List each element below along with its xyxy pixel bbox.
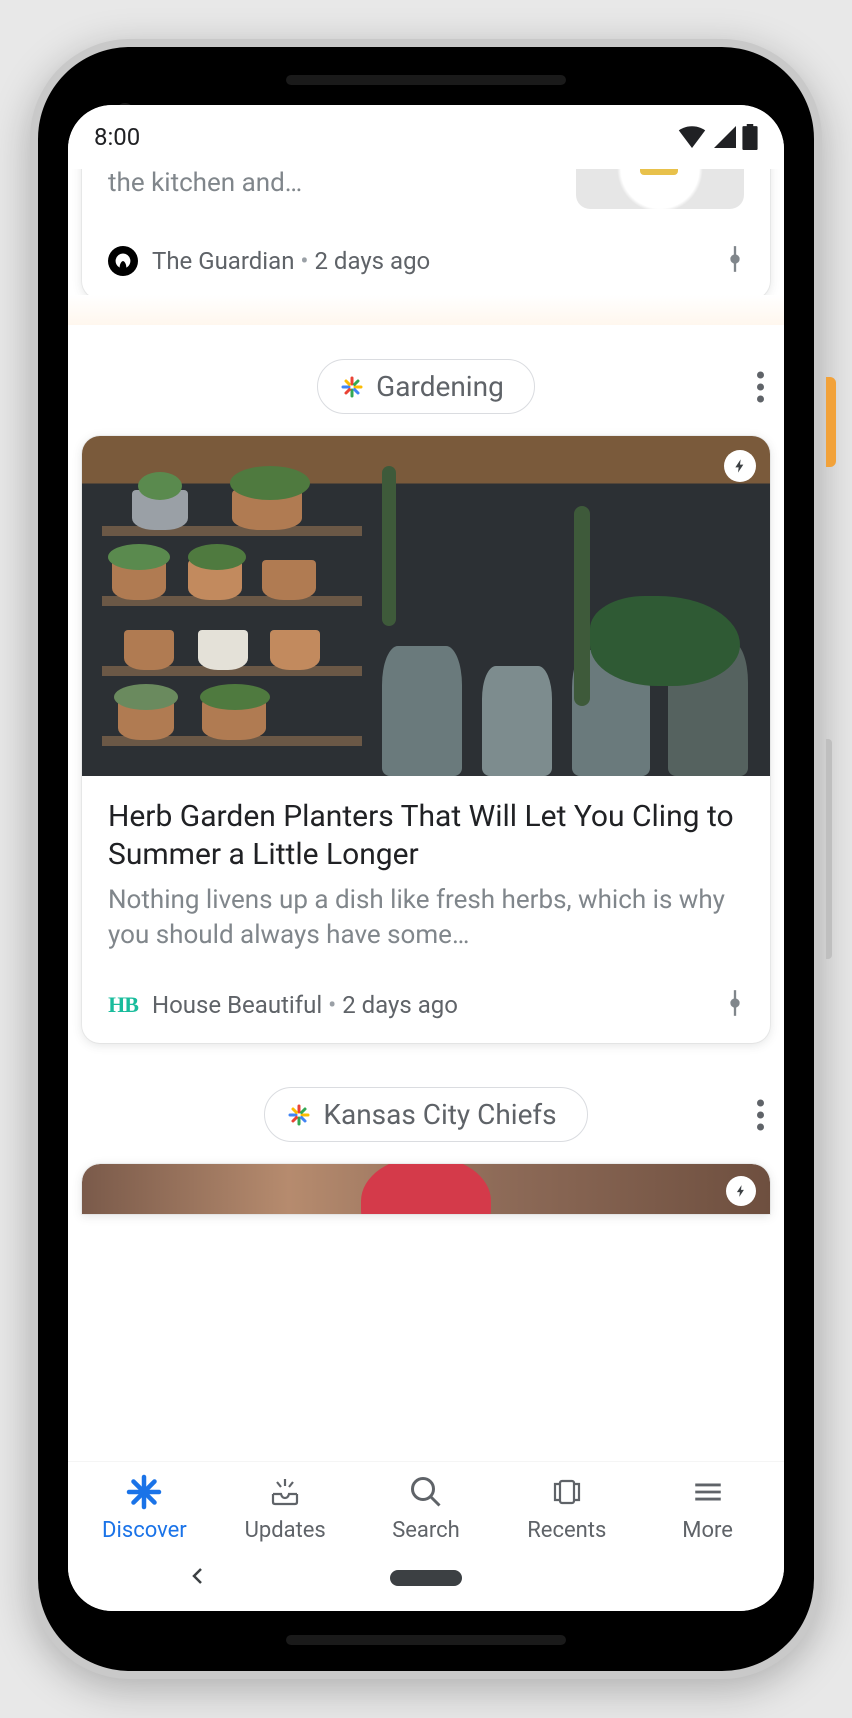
status-time: 8:00 [94, 123, 140, 151]
wifi-icon [678, 126, 706, 148]
nav-label: Search [392, 1518, 460, 1543]
article-image [82, 1164, 770, 1214]
topic-overflow-menu[interactable] [757, 1099, 764, 1130]
spark-icon [287, 1103, 311, 1127]
status-bar: 8:00 [68, 105, 784, 169]
amp-badge-icon [726, 1176, 756, 1206]
nav-search[interactable]: Search [356, 1472, 497, 1543]
nav-label: Updates [245, 1518, 326, 1543]
menu-icon [688, 1472, 728, 1512]
recents-icon [547, 1472, 587, 1512]
article-age: 2 days ago [314, 247, 430, 275]
publisher-name: House Beautiful • 2 days ago [152, 991, 458, 1019]
bottom-nav: Discover Updates [68, 1461, 784, 1545]
nav-recents[interactable]: Recents [496, 1472, 637, 1543]
search-icon [406, 1472, 446, 1512]
customize-icon[interactable] [726, 245, 744, 277]
topic-header: Gardening [82, 359, 770, 414]
topic-overflow-menu[interactable] [757, 371, 764, 402]
article-card[interactable]: Herb Garden Planters That Will Let You C… [82, 436, 770, 1043]
home-pill[interactable] [390, 1570, 462, 1586]
spark-icon [340, 375, 364, 399]
nav-discover[interactable]: Discover [74, 1472, 215, 1543]
power-button [826, 377, 836, 467]
article-card[interactable] [82, 1164, 770, 1214]
cell-signal-icon [712, 126, 736, 148]
discover-feed[interactable]: The River Cafe chef on his mentors in th… [68, 169, 784, 1461]
status-icons [678, 124, 758, 150]
nav-label: Recents [527, 1518, 606, 1543]
topic-chip-label: Kansas City Chiefs [323, 1098, 556, 1131]
article-age: 2 days ago [342, 991, 458, 1019]
battery-icon [742, 124, 758, 150]
article-snippet: Nothing livens up a dish like fresh herb… [108, 883, 744, 953]
topic-chip-gardening[interactable]: Gardening [317, 359, 535, 414]
spark-icon [124, 1472, 164, 1512]
topic-chip-kansas-city-chiefs[interactable]: Kansas City Chiefs [264, 1087, 587, 1142]
article-footer: HB House Beautiful • 2 days ago [82, 971, 770, 1043]
article-title: Herb Garden Planters That Will Let You C… [108, 798, 744, 873]
volume-button [826, 739, 832, 959]
article-thumbnail [576, 169, 744, 209]
section-divider [68, 295, 784, 325]
publisher-name: The Guardian • 2 days ago [152, 247, 430, 275]
speaker-bottom [286, 1635, 566, 1645]
amp-badge-icon [724, 450, 756, 482]
article-image [82, 436, 770, 776]
topic-header: Kansas City Chiefs [82, 1087, 770, 1142]
topic-chip-label: Gardening [376, 370, 504, 403]
publisher-icon [108, 246, 138, 276]
article-card[interactable]: The River Cafe chef on his mentors in th… [82, 169, 770, 299]
nav-updates[interactable]: Updates [215, 1472, 356, 1543]
screen: 8:00 The River Cafe chef on his mentors … [68, 105, 784, 1611]
inbox-icon [265, 1472, 305, 1512]
nav-label: More [682, 1518, 733, 1543]
back-button[interactable] [186, 1564, 210, 1592]
nav-more[interactable]: More [637, 1472, 778, 1543]
publisher-icon: HB [108, 990, 138, 1020]
phone-bezel: 8:00 The River Cafe chef on his mentors … [38, 47, 814, 1671]
customize-icon[interactable] [726, 989, 744, 1021]
speaker-top [286, 75, 566, 85]
system-nav [68, 1545, 784, 1611]
article-footer: The Guardian • 2 days ago [82, 227, 770, 299]
article-snippet: The River Cafe chef on his mentors in th… [108, 169, 556, 201]
nav-label: Discover [102, 1518, 187, 1543]
phone-frame: 8:00 The River Cafe chef on his mentors … [30, 39, 822, 1679]
